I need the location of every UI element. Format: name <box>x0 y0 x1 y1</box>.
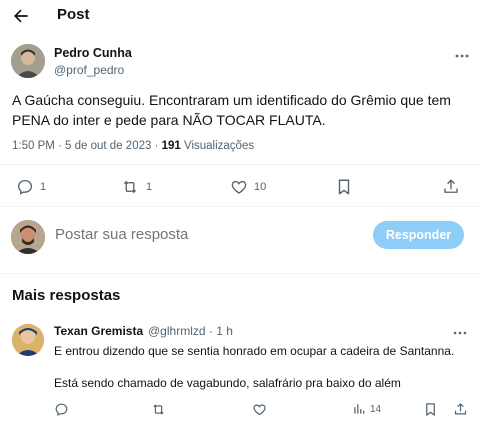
avatar[interactable] <box>11 220 45 254</box>
divider <box>0 164 481 165</box>
like-button[interactable] <box>252 400 267 418</box>
back-arrow-icon[interactable] <box>11 6 31 26</box>
share-button[interactable] <box>442 176 460 198</box>
views-count: 191 <box>161 140 181 152</box>
top-bar: Post <box>0 0 481 32</box>
views-label: Visualizações <box>180 140 255 152</box>
avatar[interactable] <box>12 324 44 356</box>
bookmark-button[interactable] <box>336 176 352 198</box>
reply-input[interactable] <box>55 226 355 243</box>
heart-icon <box>253 403 266 415</box>
share-icon <box>454 402 467 414</box>
repost-count: 1 <box>146 181 153 193</box>
reply-submit-button[interactable]: Responder <box>373 221 464 249</box>
repost-button[interactable]: 1 <box>120 176 152 198</box>
reply-text: Está sendo chamado de vagabundo, salafrá… <box>54 376 401 390</box>
repost-button[interactable] <box>150 400 167 418</box>
reply-composer: Responder <box>0 210 481 266</box>
views-count: 14 <box>370 403 382 415</box>
reply-author-handle[interactable]: @glhrmlzd · 1 h <box>148 324 233 338</box>
reply-button[interactable]: 1 <box>16 176 46 198</box>
repost-icon <box>123 181 137 193</box>
share-icon <box>444 179 458 193</box>
post-text: A Gaúcha conseguiu. Encontraram um ident… <box>12 92 451 128</box>
reply-author-name[interactable]: Texan Gremista <box>54 324 143 338</box>
reply-count: 1 <box>40 181 47 193</box>
reply-icon <box>55 403 68 416</box>
more-options-icon[interactable] <box>453 48 471 64</box>
author-name[interactable]: Pedro Cunha <box>54 46 132 60</box>
bookmark-button[interactable] <box>424 400 437 418</box>
post-actions: 1 1 10 <box>12 176 462 198</box>
post-meta: 1:50 PM · 5 de out de 2023 · 191 Visuali… <box>12 140 254 152</box>
more-options-icon[interactable] <box>452 326 468 340</box>
like-button[interactable]: 10 <box>230 176 266 198</box>
repost-icon <box>153 404 164 414</box>
reply-actions: 14 <box>54 400 469 418</box>
divider <box>0 206 481 207</box>
bookmark-icon <box>338 179 350 195</box>
divider <box>0 273 481 274</box>
bookmark-icon <box>426 402 435 416</box>
reply-icon <box>17 179 33 195</box>
reply-text: E entrou dizendo que se sentia honrado e… <box>54 344 455 358</box>
section-title: Mais respostas <box>12 287 121 304</box>
author-handle[interactable]: @prof_pedro <box>54 63 124 77</box>
heart-icon <box>231 180 247 194</box>
reply-button[interactable] <box>54 400 69 418</box>
reply-item[interactable]: Texan Gremista @glhrmlzd · 1 h E entrou … <box>0 318 481 424</box>
avatar[interactable] <box>11 44 45 78</box>
page-title: Post <box>57 6 90 23</box>
like-count: 10 <box>254 181 267 193</box>
analytics-icon <box>354 404 365 414</box>
post-timestamp[interactable]: 1:50 PM · 5 de out de 2023 · <box>12 140 162 152</box>
views-button[interactable]: 14 <box>352 400 381 418</box>
share-button[interactable] <box>453 400 468 418</box>
post-author: Pedro Cunha @prof_pedro <box>11 44 471 80</box>
